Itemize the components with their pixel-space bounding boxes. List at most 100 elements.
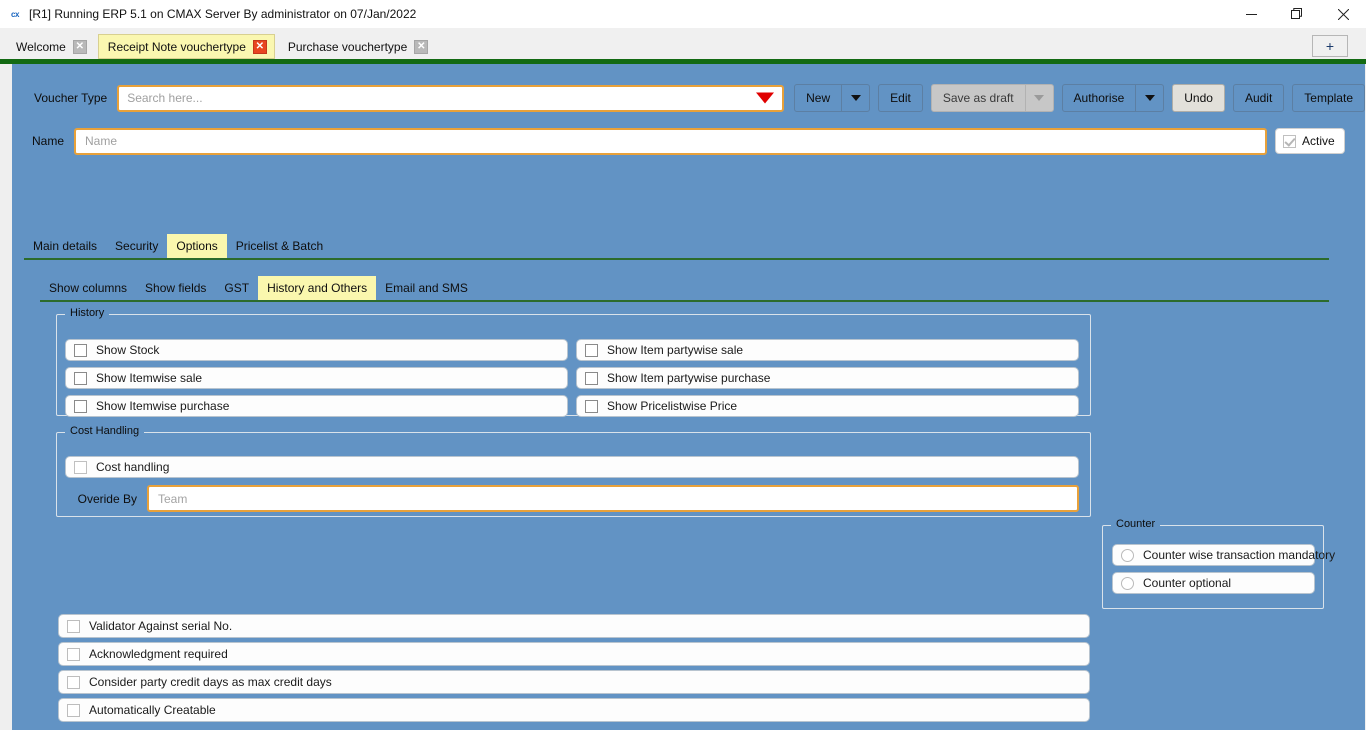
tab-welcome[interactable]: Welcome ✕ [6, 34, 95, 59]
checkbox-consider-party-credit-days[interactable]: Consider party credit days as max credit… [58, 670, 1090, 694]
override-by-label: Overide By [77, 491, 137, 506]
chevron-down-icon[interactable] [756, 92, 775, 104]
option-label: Show Pricelistwise Price [607, 399, 738, 413]
cost-handling-group-title: Cost Handling [65, 425, 145, 437]
checkbox-show-itemwise-sale[interactable]: Show Itemwise sale [65, 367, 568, 389]
save-as-draft-dropdown-icon[interactable] [1024, 85, 1053, 111]
audit-button[interactable]: Audit [1232, 84, 1285, 112]
tab-close-icon[interactable]: ✕ [414, 39, 429, 54]
checkbox-show-item-partywise-purchase[interactable]: Show Item partywise purchase [576, 367, 1079, 389]
tab-close-icon[interactable]: ✕ [252, 39, 267, 54]
authorise-button[interactable]: Authorise [1061, 84, 1165, 112]
override-by-placeholder: Team [158, 491, 188, 506]
checkbox-show-itemwise-purchase[interactable]: Show Itemwise purchase [65, 395, 568, 417]
tab-label: Receipt Note vouchertype [107, 39, 246, 54]
checkbox-cost-handling[interactable]: Cost handling [65, 456, 1079, 478]
name-label: Name [31, 134, 64, 148]
tab-show-columns[interactable]: Show columns [40, 276, 136, 300]
checkbox-automatically-creatable[interactable]: Automatically Creatable [58, 698, 1090, 722]
tab-gst[interactable]: GST [215, 276, 258, 300]
authorise-dropdown-icon[interactable] [1135, 85, 1163, 111]
tab-pricelist-and-batch[interactable]: Pricelist & Batch [227, 234, 332, 258]
window-controls [1228, 0, 1366, 28]
save-as-draft-button[interactable]: Save as draft [930, 84, 1054, 112]
form-workspace: Voucher Type Search here... New Edit Sav… [12, 64, 1365, 730]
action-toolbar: New Edit Save as draft Authorise Undo Au… [794, 84, 1365, 112]
name-input[interactable]: Name [74, 127, 1267, 155]
checkbox-icon [74, 343, 87, 357]
option-label: Show Itemwise sale [96, 371, 203, 385]
tab-receipt-note-vouchertype[interactable]: Receipt Note vouchertype ✕ [97, 34, 275, 59]
close-icon[interactable] [1320, 0, 1366, 28]
checkbox-validator-against-serial-no[interactable]: Validator Against serial No. [58, 614, 1090, 638]
window-titlebar: cx [R1] Running ERP 5.1 on CMAX Server B… [0, 0, 1366, 28]
tab-options[interactable]: Options [167, 234, 227, 258]
option-label: Show Stock [96, 343, 160, 357]
undo-button[interactable]: Undo [1172, 84, 1225, 112]
radio-counter-wise-transaction-mandatory[interactable]: Counter wise transaction mandatory [1112, 544, 1335, 566]
tab-email-and-sms[interactable]: Email and SMS [376, 276, 477, 300]
option-label: Automatically Creatable [89, 703, 216, 717]
left-margin [0, 64, 12, 730]
override-by-row: Overide By Team [65, 485, 1079, 512]
voucher-type-label: Voucher Type [34, 91, 108, 105]
checkbox-icon [585, 371, 598, 385]
checkbox-show-pricelistwise-price[interactable]: Show Pricelistwise Price [576, 395, 1079, 417]
window-title: [R1] Running ERP 5.1 on CMAX Server By a… [29, 7, 417, 21]
override-by-select[interactable]: Team [147, 485, 1079, 512]
app-icon: cx [11, 9, 19, 19]
history-group-title: History [65, 307, 110, 319]
checkbox-icon [74, 371, 87, 385]
secondary-tab-row: Show columns Show fields GST History and… [40, 276, 1329, 302]
tab-main-details[interactable]: Main details [24, 234, 106, 258]
counter-group-title: Counter [1111, 518, 1161, 530]
cost-handling-group: Cost Handling Cost handling Overide By T… [56, 425, 1091, 517]
checkbox-icon [74, 460, 87, 474]
option-label: Consider party credit days as max credit… [89, 675, 332, 689]
active-checkbox[interactable]: Active [1275, 128, 1345, 154]
template-button[interactable]: Template [1292, 84, 1365, 112]
tab-label: Welcome [16, 39, 66, 54]
option-label: Cost handling [96, 460, 170, 474]
edit-button[interactable]: Edit [878, 84, 923, 112]
radio-counter-optional[interactable]: Counter optional [1112, 572, 1315, 594]
new-button-label: New [806, 91, 831, 105]
option-label: Show Itemwise purchase [96, 399, 230, 413]
checkbox-icon [74, 399, 87, 413]
voucher-type-row: Voucher Type Search here... New Edit Sav… [12, 83, 1365, 113]
option-label: Validator Against serial No. [89, 619, 233, 633]
checkbox-acknowledgment-required[interactable]: Acknowledgment required [58, 642, 1090, 666]
primary-tab-row: Main details Security Options Pricelist … [24, 234, 1329, 260]
checkbox-icon [1283, 134, 1296, 148]
tab-label: Purchase vouchertype [287, 39, 408, 54]
tab-purchase-vouchertype[interactable]: Purchase vouchertype ✕ [277, 34, 437, 59]
document-tabstrip: Welcome ✕ Receipt Note vouchertype ✕ Pur… [0, 28, 1366, 59]
checkbox-icon [585, 343, 598, 357]
radio-icon [1121, 576, 1134, 590]
checkbox-show-item-partywise-sale[interactable]: Show Item partywise sale [576, 339, 1079, 361]
tab-history-and-others[interactable]: History and Others [258, 276, 377, 300]
authorise-label: Authorise [1073, 91, 1125, 105]
new-tab-button[interactable]: + [1312, 35, 1348, 57]
option-label: Counter optional [1143, 576, 1232, 590]
tab-security[interactable]: Security [106, 234, 167, 258]
history-group: History Show Stock Show Itemwise sale Sh… [56, 307, 1091, 417]
new-dropdown-icon[interactable] [841, 85, 869, 111]
option-label: Counter wise transaction mandatory [1143, 548, 1336, 562]
voucher-type-placeholder: Search here... [127, 91, 203, 105]
checkbox-icon [67, 647, 80, 661]
tab-show-fields[interactable]: Show fields [136, 276, 215, 300]
name-row: Name Name Active [12, 126, 1365, 156]
checkbox-show-stock[interactable]: Show Stock [65, 339, 568, 361]
name-placeholder: Name [85, 134, 118, 148]
voucher-type-search-input[interactable]: Search here... [117, 84, 785, 112]
minimize-icon[interactable] [1228, 0, 1274, 28]
checkbox-icon [585, 399, 598, 413]
tab-close-icon[interactable]: ✕ [72, 39, 87, 54]
restore-icon[interactable] [1274, 0, 1320, 28]
radio-icon [1121, 548, 1134, 562]
checkbox-icon [67, 675, 80, 689]
save-as-draft-label: Save as draft [942, 91, 1014, 105]
new-button[interactable]: New [794, 84, 871, 112]
checkbox-icon [67, 619, 80, 633]
